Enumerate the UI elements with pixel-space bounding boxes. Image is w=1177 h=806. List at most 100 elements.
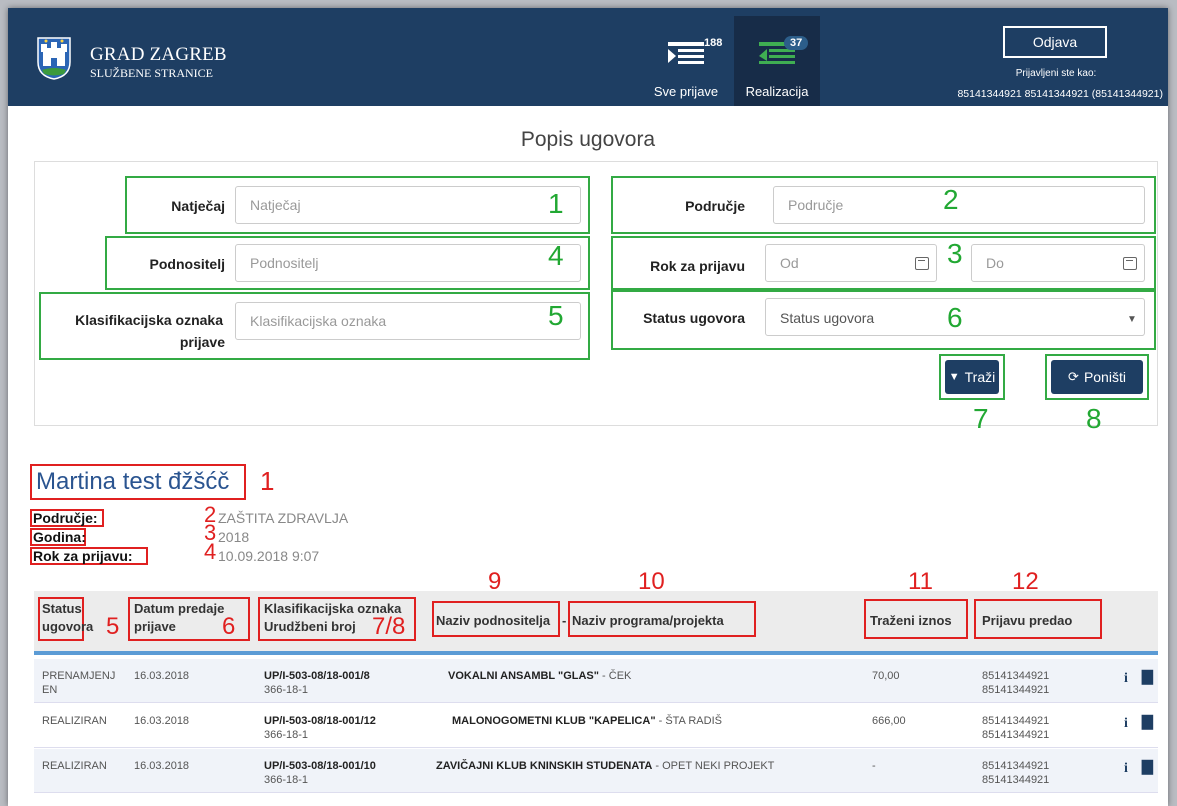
column-header-datum-l2[interactable]: prijave xyxy=(134,619,176,634)
column-header-trazeni-iznos[interactable]: Traženi iznos xyxy=(870,613,952,628)
document-icon[interactable]: ▇ xyxy=(1142,759,1153,776)
refresh-icon: ⟳ xyxy=(1068,369,1079,384)
status-ugovora-selected: Status ugovora xyxy=(780,310,875,326)
podnositelj-label: Podnositelj xyxy=(149,256,225,272)
cell-iznos: - xyxy=(872,760,876,772)
nav-tab-sve-prijave[interactable]: 188 Sve prijave xyxy=(638,16,734,106)
search-button-label: Traži xyxy=(964,369,996,385)
nav-label: Realizacija xyxy=(745,84,809,99)
brand-subtitle[interactable]: SLUŽBENE STRANICE xyxy=(90,66,213,81)
cell-datum: 16.03.2018 xyxy=(134,715,190,727)
info-value-podrucje: ZAŠTITA ZDRAVLJA xyxy=(218,510,349,526)
column-header-separator: - xyxy=(562,613,567,628)
chevron-down-icon: ▼ xyxy=(1127,314,1137,325)
column-header-datum-l1[interactable]: Datum predaje xyxy=(134,601,224,616)
zagreb-coat-of-arms-logo[interactable] xyxy=(36,36,72,80)
document-icon[interactable]: ▇ xyxy=(1142,669,1153,686)
cell-predao: 85141344921 85141344921 xyxy=(982,670,1050,696)
search-button[interactable]: ▼ Traži xyxy=(945,360,999,394)
annotation-number: 5 xyxy=(548,300,564,331)
annotation-number: 3 xyxy=(947,238,963,269)
annotation-number: 6 xyxy=(222,613,236,640)
cell-iznos: 666,00 xyxy=(872,715,906,727)
column-header-naziv-programa[interactable]: Naziv programa/projekta xyxy=(572,613,724,628)
info-label-rok: Rok za prijavu: xyxy=(33,548,133,564)
reset-button-label: Poništi xyxy=(1083,369,1126,385)
contest-name: Martina test đžšćč xyxy=(36,468,230,495)
cell-urudzbeni: 366-18-1 xyxy=(264,684,309,696)
table-header: Status ugovora 5 Datum predaje prijave 6… xyxy=(34,591,1158,655)
logged-in-label: Prijavljeni ste kao: xyxy=(1015,68,1097,79)
info-label-podrucje: Područje: xyxy=(33,510,98,526)
info-icon[interactable]: i xyxy=(1124,761,1128,777)
natjecaj-label: Natječaj xyxy=(171,198,225,214)
podrucje-input[interactable] xyxy=(773,186,1145,224)
info-label-godina: Godina: xyxy=(33,529,86,545)
nav-label: Sve prijave xyxy=(653,84,719,99)
column-header-prijavu-predao[interactable]: Prijavu predao xyxy=(982,613,1072,628)
reset-button[interactable]: ⟳ Poništi xyxy=(1051,360,1143,394)
annotation-number: 8 xyxy=(1086,403,1102,434)
cell-urudzbeni: 366-18-1 xyxy=(264,729,309,741)
column-header-naziv-podnositelja[interactable]: Naziv podnositelja xyxy=(436,613,550,628)
klasifikacija-label-line2: prijave xyxy=(179,334,225,350)
annotation-number: 4 xyxy=(204,539,217,564)
info-icon[interactable]: i xyxy=(1124,671,1128,687)
brand-title[interactable]: GRAD ZAGREB xyxy=(90,44,227,66)
logout-button[interactable]: Odjava xyxy=(1003,26,1107,58)
column-header-status-l2[interactable]: ugovora xyxy=(42,619,93,634)
annotation-number: 4 xyxy=(548,240,564,271)
column-header-status-l1[interactable]: Status xyxy=(42,601,82,616)
annotation-number: 1 xyxy=(548,188,564,219)
klasifikacija-input[interactable] xyxy=(235,302,581,340)
cell-klasifikacija[interactable]: UP/I-503-08/18-001/8 xyxy=(264,669,370,683)
document-icon[interactable]: ▇ xyxy=(1142,714,1153,731)
table-row[interactable]: REALIZIRAN 16.03.2018 UP/I-503-08/18-001… xyxy=(34,749,1158,793)
annotation-number: 6 xyxy=(947,302,963,333)
status-ugovora-label: Status ugovora xyxy=(643,310,745,326)
info-icon[interactable]: i xyxy=(1124,716,1128,732)
annotation-number: 7 xyxy=(973,403,989,434)
realizacija-count-badge: 37 xyxy=(784,36,809,50)
info-value-rok: 10.09.2018 9:07 xyxy=(218,548,320,564)
page: GRAD ZAGREB SLUŽBENE STRANICE 188 Sve pr… xyxy=(8,8,1168,806)
calendar-icon[interactable] xyxy=(1123,257,1137,270)
annotation-number: 1 xyxy=(260,466,275,496)
cell-naziv: VOKALNI ANSAMBL "GLAS" - ČEK xyxy=(448,670,632,682)
cell-status: PRENAMJENJ EN xyxy=(42,670,116,696)
cell-naziv: MALONOGOMETNI KLUB "KAPELICA" - ŠTA RADI… xyxy=(452,715,722,727)
natjecaj-input[interactable] xyxy=(235,186,581,224)
podnositelj-input[interactable] xyxy=(235,244,581,282)
filter-icon: ▼ xyxy=(948,371,960,383)
cell-datum: 16.03.2018 xyxy=(134,760,190,772)
rok-za-prijavu-label: Rok za prijavu xyxy=(650,258,745,274)
filter-panel: Natječaj 1 Područje 2 Podnositelj 4 Rok … xyxy=(34,161,1158,426)
cell-urudzbeni: 366-18-1 xyxy=(264,774,309,786)
cell-predao: 85141344921 85141344921 xyxy=(982,715,1050,741)
podrucje-label: Područje xyxy=(685,198,745,214)
cell-status: REALIZIRAN xyxy=(42,715,107,727)
column-header-urudzbeni[interactable]: Urudžbeni broj xyxy=(264,619,356,634)
cell-klasifikacija[interactable]: UP/I-503-08/18-001/10 xyxy=(264,759,376,773)
annotation-number: 7/8 xyxy=(372,613,406,640)
cell-naziv: ZAVIČAJNI KLUB KNINSKIH STUDENATA - OPET… xyxy=(436,760,775,772)
annotation-number: 2 xyxy=(943,184,959,215)
klasifikacija-label-line1: Klasifikacijska oznaka xyxy=(75,312,223,328)
calendar-icon[interactable] xyxy=(915,257,929,270)
info-value-godina: 2018 xyxy=(218,529,250,545)
cell-predao: 85141344921 85141344921 xyxy=(982,760,1050,786)
annotation-number: 5 xyxy=(106,613,120,640)
top-navbar: GRAD ZAGREB SLUŽBENE STRANICE 188 Sve pr… xyxy=(8,8,1168,106)
cell-status: REALIZIRAN xyxy=(42,760,107,772)
sve-prijave-count-badge: 188 xyxy=(704,37,723,49)
rok-do-input[interactable] xyxy=(971,244,1145,282)
table-row[interactable]: REALIZIRAN 16.03.2018 UP/I-503-08/18-001… xyxy=(34,704,1158,748)
logged-in-user: 85141344921 85141344921 (85141344921) xyxy=(957,88,1163,100)
rok-od-input[interactable] xyxy=(765,244,937,282)
cell-iznos: 70,00 xyxy=(872,670,900,682)
cell-datum: 16.03.2018 xyxy=(134,670,190,682)
page-title: Popis ugovora xyxy=(520,128,656,151)
table-row[interactable]: PRENAMJENJ EN 16.03.2018 UP/I-503-08/18-0… xyxy=(34,659,1158,703)
cell-klasifikacija[interactable]: UP/I-503-08/18-001/12 xyxy=(264,714,376,728)
nav-tab-realizacija[interactable]: 37 Realizacija xyxy=(734,16,820,106)
